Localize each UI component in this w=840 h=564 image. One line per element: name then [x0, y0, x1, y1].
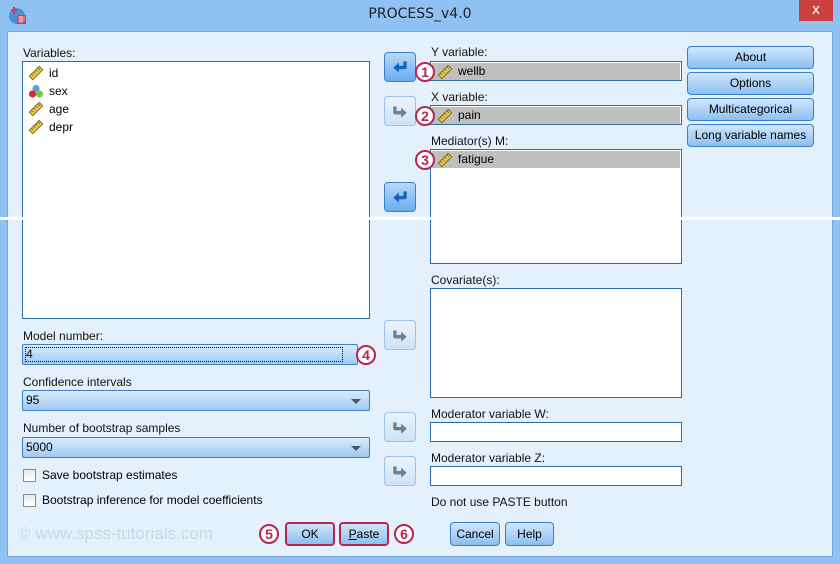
arrow-left-icon — [391, 59, 409, 75]
y-variable-item[interactable]: wellb — [432, 63, 680, 80]
scale-ruler-icon — [437, 65, 453, 79]
bootstrap-samples-dropdown[interactable]: 5000 — [22, 437, 370, 458]
focus-rectangle — [25, 347, 343, 362]
variable-name: sex — [49, 84, 68, 98]
moderator-z-field[interactable] — [430, 466, 682, 486]
bootstrap-inference-checkbox-row[interactable]: Bootstrap inference for model coefficien… — [23, 492, 263, 508]
list-item-variable[interactable]: id — [23, 64, 369, 82]
y-variable-label: Y variable: — [431, 45, 488, 59]
move-y-variable-button[interactable] — [384, 52, 416, 82]
paste-accelerator: P — [348, 527, 357, 541]
cancel-button[interactable]: Cancel — [450, 522, 500, 546]
scale-ruler-icon — [28, 102, 44, 116]
list-item-variable[interactable]: sex — [23, 82, 369, 100]
watermark-text: © www.spss-tutorials.com — [18, 524, 213, 543]
scale-ruler-icon — [437, 153, 453, 167]
covariates-label: Covariate(s): — [431, 273, 500, 287]
arrow-right-icon — [391, 419, 409, 435]
move-moderator-z-button[interactable] — [384, 456, 416, 486]
save-bootstrap-label: Save bootstrap estimates — [42, 468, 178, 482]
window-title: PROCESS_v4.0 — [368, 6, 472, 22]
moderator-w-field[interactable] — [430, 422, 682, 442]
model-number-label: Model number: — [23, 329, 104, 343]
x-variable-item[interactable]: pain — [432, 107, 680, 124]
title-bar: PROCESS_v4.0 x — [0, 0, 840, 31]
confidence-intervals-value: 95 — [26, 393, 40, 407]
arrow-right-icon — [391, 463, 409, 479]
scale-ruler-icon — [28, 120, 44, 134]
save-bootstrap-checkbox-row[interactable]: Save bootstrap estimates — [23, 467, 177, 483]
move-moderator-w-button[interactable] — [384, 412, 416, 442]
annotation-badge-2: 2 — [415, 106, 435, 126]
x-variable-label: X variable: — [431, 90, 488, 104]
bootstrap-inference-label: Bootstrap inference for model coefficien… — [42, 493, 263, 507]
x-variable-value: pain — [458, 108, 481, 122]
mediator-item[interactable]: fatigue — [432, 151, 680, 168]
covariates-listbox[interactable] — [430, 288, 682, 398]
mediators-label: Mediator(s) M: — [431, 134, 509, 148]
move-x-variable-button[interactable] — [384, 96, 416, 126]
scale-ruler-icon — [28, 66, 44, 80]
chevron-down-icon[interactable] — [351, 399, 361, 404]
moderator-z-label: Moderator variable Z: — [431, 451, 546, 465]
options-button[interactable]: Options — [687, 72, 814, 95]
arrow-right-icon — [391, 103, 409, 119]
annotation-badge-4: 4 — [356, 345, 376, 365]
annotation-badge-6: 6 — [394, 524, 414, 544]
bootstrap-samples-label: Number of bootstrap samples — [23, 421, 181, 435]
arrow-left-icon — [391, 189, 409, 205]
list-item-variable[interactable]: depr — [23, 118, 369, 136]
bootstrap-inference-checkbox[interactable] — [23, 493, 36, 507]
model-number-dropdown[interactable]: 4 — [22, 344, 358, 365]
ok-button[interactable]: OK — [285, 522, 335, 546]
close-button[interactable]: x — [799, 0, 833, 21]
x-variable-field[interactable]: pain — [430, 105, 682, 125]
bootstrap-samples-value: 5000 — [26, 440, 53, 454]
long-variable-names-button[interactable]: Long variable names — [687, 124, 814, 147]
move-covariate-button[interactable] — [384, 320, 416, 350]
arrow-right-icon — [391, 327, 409, 343]
y-variable-field[interactable]: wellb — [430, 61, 682, 81]
multicategorical-button[interactable]: Multicategorical — [687, 98, 814, 121]
mediator-value: fatigue — [458, 152, 495, 166]
process-dialog-window: PROCESS_v4.0 x Variables: id sex age dep… — [0, 0, 840, 564]
variables-listbox[interactable]: id sex age depr — [22, 61, 370, 319]
paste-warning-note: Do not use PASTE button — [431, 495, 568, 509]
screenshot-split-divider — [0, 217, 840, 220]
confidence-intervals-label: Confidence intervals — [23, 375, 132, 389]
confidence-intervals-dropdown[interactable]: 95 — [22, 390, 370, 411]
chevron-down-icon[interactable] — [351, 446, 361, 451]
paste-label-rest: aste — [356, 527, 380, 541]
paste-button[interactable]: Paste — [339, 522, 389, 546]
variable-name: id — [49, 66, 59, 80]
moderator-w-label: Moderator variable W: — [431, 407, 549, 421]
variable-name: depr — [49, 120, 74, 134]
nominal-circles-icon — [28, 84, 44, 98]
model-number-value: 4 — [26, 347, 33, 361]
mediators-listbox[interactable]: fatigue — [430, 149, 682, 264]
move-mediator-button[interactable] — [384, 182, 416, 212]
annotation-badge-5: 5 — [259, 524, 279, 544]
variables-label: Variables: — [23, 46, 76, 60]
save-bootstrap-checkbox[interactable] — [23, 468, 36, 482]
about-button[interactable]: About — [687, 46, 814, 69]
help-button[interactable]: Help — [505, 522, 554, 546]
scale-ruler-icon — [437, 109, 453, 123]
annotation-badge-3: 3 — [415, 150, 435, 170]
variable-name: age — [49, 102, 70, 116]
list-item-variable[interactable]: age — [23, 100, 369, 118]
y-variable-value: wellb — [458, 64, 486, 78]
annotation-badge-1: 1 — [415, 62, 435, 82]
